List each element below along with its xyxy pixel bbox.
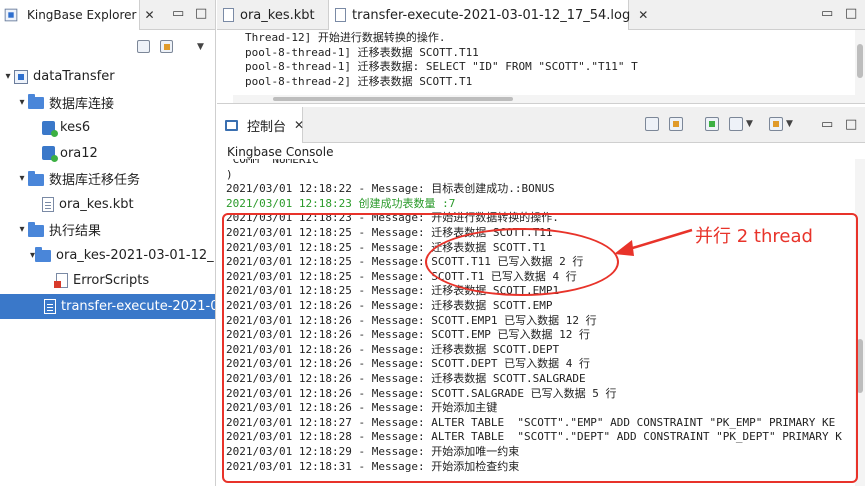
tree-item-label: 执行结果	[49, 224, 102, 239]
folder-icon	[28, 221, 44, 237]
scroll-lock-icon[interactable]	[669, 117, 683, 131]
console-tab-label: 控制台	[247, 119, 287, 135]
project-icon	[14, 69, 28, 84]
file-icon	[335, 8, 346, 22]
tree-item-label: transfer-execute-2021-03	[61, 298, 216, 314]
error-file-icon	[54, 273, 68, 288]
clear-console-icon[interactable]	[645, 117, 659, 131]
log-editor-text[interactable]: Thread-12] 开始进行数据转换的操作. pool-8-thread-1] …	[217, 30, 865, 103]
explorer-view-icon	[4, 8, 18, 22]
editor-tabbar: ora_kes.kbt transfer-execute-2021-03-01-…	[217, 0, 865, 30]
minimize-icon[interactable]: ▭	[172, 6, 184, 21]
editor-vertical-scrollbar[interactable]	[855, 30, 865, 103]
pin-console-icon[interactable]	[705, 117, 719, 131]
explorer-tabbar: KingBase Explorer ✕ ▭ □	[0, 0, 215, 30]
tree-item[interactable]: ▾ 数据库迁移任务	[0, 166, 215, 191]
tab-console[interactable]: 控制台 ✕	[217, 107, 304, 143]
editor-tab-label: transfer-execute-2021-03-01-12_17_54.log	[352, 7, 631, 23]
close-icon[interactable]: ✕	[294, 118, 304, 132]
link-with-editor-icon[interactable]	[160, 40, 173, 53]
tree-item[interactable]: ▾ 数据库连接	[0, 90, 215, 115]
folder-icon	[35, 247, 52, 262]
maximize-icon[interactable]: □	[195, 6, 207, 21]
console-line: 2021/03/01 12:18:22 - Message: 目标表创建成功.:…	[226, 182, 555, 196]
console-line: )	[226, 167, 233, 181]
editor-hscroll-thumb[interactable]	[273, 97, 513, 101]
database-icon	[42, 120, 58, 137]
tab-kingbase-explorer[interactable]: KingBase Explorer ✕	[0, 0, 155, 30]
tab-transfer-execute-log[interactable]: transfer-execute-2021-03-01-12_17_54.log…	[329, 0, 648, 30]
tree-item[interactable]: ora12	[0, 141, 215, 166]
editor-tab-label: ora_kes.kbt	[240, 7, 315, 23]
open-console-icon[interactable]	[769, 117, 783, 131]
tree-item[interactable]: transfer-execute-2021-03	[0, 293, 216, 319]
tree-item-label: ora12	[60, 145, 98, 161]
minimize-icon[interactable]: ▭	[821, 117, 833, 132]
console-monitor-icon	[225, 119, 238, 131]
minimize-icon[interactable]: ▭	[821, 6, 833, 21]
tree-item[interactable]: ▾ora_kes-2021-03-01-12_17_	[0, 243, 215, 268]
tree-item-label: ora_kes-2021-03-01-12_17_	[56, 247, 215, 263]
console-line: 2021/03/01 12:18:23 创建成功表数量 :7	[226, 196, 456, 210]
tree-item[interactable]: kes6	[0, 115, 215, 140]
display-selected-console-icon[interactable]	[729, 117, 743, 131]
maximize-icon[interactable]: □	[845, 6, 857, 21]
maximize-icon[interactable]: □	[845, 117, 857, 132]
editor-scroll-thumb[interactable]	[857, 44, 863, 78]
tree-item-label: 数据库连接	[49, 96, 115, 112]
close-icon[interactable]: ✕	[638, 8, 648, 22]
tree-item[interactable]: ora_kes.kbt	[0, 192, 215, 217]
folder-icon	[28, 170, 44, 186]
tree-item[interactable]: ▾ dataTransfer	[0, 64, 215, 89]
tree-item-label: kes6	[60, 120, 91, 135]
tree-item[interactable]: ErrorScripts	[0, 268, 215, 293]
chevron-down-icon[interactable]: ▾	[16, 173, 28, 184]
database-icon	[42, 146, 58, 162]
file-icon	[223, 8, 234, 22]
console-name-label: Kingbase Console	[227, 145, 334, 159]
console-line: "COMM" NUMERIC	[226, 159, 319, 166]
annotation-label: 并行 2 thread	[695, 226, 813, 247]
file-icon	[42, 196, 54, 212]
editor-horizontal-scrollbar[interactable]	[233, 95, 855, 103]
tree-item-label: ora_kes.kbt	[59, 196, 134, 212]
kingbase-explorer-view: KingBase Explorer ✕ ▭ □ ▼ ▾ dataTransfer ▾…	[0, 0, 216, 486]
chevron-down-icon[interactable]: ▾	[2, 71, 14, 82]
explorer-tab-label: KingBase Explorer	[27, 8, 137, 22]
chevron-down-icon[interactable]: ▼	[786, 119, 793, 129]
close-icon[interactable]: ✕	[144, 8, 154, 22]
tree-item-label: ErrorScripts	[73, 273, 150, 288]
explorer-toolbar: ▼	[0, 30, 215, 64]
annotation-arrow	[614, 228, 693, 256]
folder-icon	[28, 94, 44, 109]
file-icon	[44, 298, 56, 314]
tree-item[interactable]: ▾ 执行结果	[0, 217, 215, 242]
highlight-ellipse-annotation	[425, 228, 619, 296]
editor-line: pool-8-thread-2] 迁移表数据 SCOTT.T1	[245, 74, 473, 88]
console-tabbar: 控制台 ✕ ▼ ▼ ▭ □	[217, 107, 865, 143]
view-menu-chevron-down-icon[interactable]: ▼	[197, 42, 204, 52]
chevron-down-icon[interactable]: ▾	[16, 224, 28, 235]
editor-area: ora_kes.kbt transfer-execute-2021-03-01-…	[217, 0, 865, 104]
tree-item-label: 数据库迁移任务	[49, 173, 141, 188]
tree-item-label: dataTransfer	[33, 69, 115, 84]
chevron-down-icon[interactable]: ▼	[746, 119, 753, 129]
collapse-all-icon[interactable]	[137, 40, 150, 53]
tab-ora-kes-kbt[interactable]: ora_kes.kbt	[217, 0, 329, 30]
chevron-down-icon[interactable]: ▾	[16, 97, 28, 108]
